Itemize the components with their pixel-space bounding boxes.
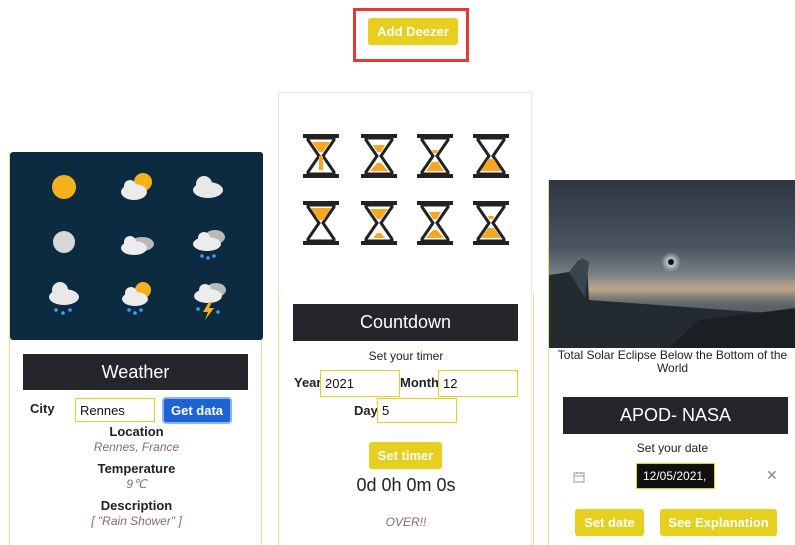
year-label: Year [294, 375, 322, 390]
hourglass-image [301, 132, 511, 247]
apod-caption: Total Solar Eclipse Below the Bottom of … [557, 348, 788, 375]
hourglass-icon [471, 199, 511, 247]
month-label: Month [400, 375, 439, 390]
get-data-button[interactable]: Get data [162, 397, 232, 424]
temperature-value: 9℃ [126, 477, 147, 491]
set-timer-button[interactable]: Set timer [369, 442, 442, 469]
weather-card: Weather City Get data Location Rennes, F… [9, 152, 263, 545]
apod-card: Total Solar Eclipse Below the Bottom of … [548, 180, 795, 545]
location-value: Rennes, France [93, 440, 180, 454]
city-label: City [30, 401, 55, 416]
sun-rain-icon [122, 282, 151, 315]
apod-image [549, 180, 795, 348]
countdown-title: Countdown [293, 304, 518, 341]
set-date-button[interactable]: Set date [575, 509, 644, 536]
cloud-icon [193, 176, 223, 198]
cloud-rain-icon [193, 230, 225, 260]
weather-title: Weather [23, 354, 248, 390]
hourglass-icon [359, 199, 399, 247]
hourglass-icon [359, 132, 399, 180]
day-input[interactable] [377, 398, 457, 423]
moon-icon [53, 231, 75, 253]
hourglass-icon [415, 199, 455, 247]
month-input[interactable] [438, 370, 518, 397]
add-deezer-button[interactable]: Add Deezer [368, 18, 458, 45]
year-input[interactable] [320, 370, 400, 397]
weather-icons-image [10, 152, 263, 340]
timer-display: 0d 0h 0m 0s [356, 475, 456, 495]
set-date-label: Set your date [636, 441, 709, 455]
sun-icon [52, 175, 76, 199]
calendar-icon[interactable] [573, 471, 585, 483]
countdown-card: Countdown Set your timer Year Month Day … [278, 92, 534, 545]
temperature-label: Temperature [97, 461, 176, 476]
apod-title: APOD- NASA [563, 397, 788, 434]
timer-subtitle: Set your timer [368, 349, 444, 363]
clear-icon[interactable]: ✕ [766, 467, 778, 484]
hourglass-icon [301, 132, 341, 180]
rain-icon [49, 282, 79, 315]
description-value: [ "Rain Shower" ] [91, 514, 182, 528]
date-input[interactable]: 12/05/2021, [636, 463, 715, 489]
thunderstorm-icon [194, 283, 226, 320]
city-input[interactable] [75, 398, 155, 422]
description-label: Description [100, 498, 173, 513]
see-explanation-button[interactable]: See Explanation [660, 509, 777, 536]
cloudy-icon [121, 236, 154, 255]
location-label: Location [109, 424, 164, 439]
hourglass-icon [471, 132, 511, 180]
partly-cloudy-icon [121, 173, 152, 200]
day-label: Day [354, 403, 378, 418]
hourglass-icon [301, 199, 341, 247]
timer-status: OVER!! [385, 515, 427, 529]
hourglass-icon [415, 132, 455, 180]
